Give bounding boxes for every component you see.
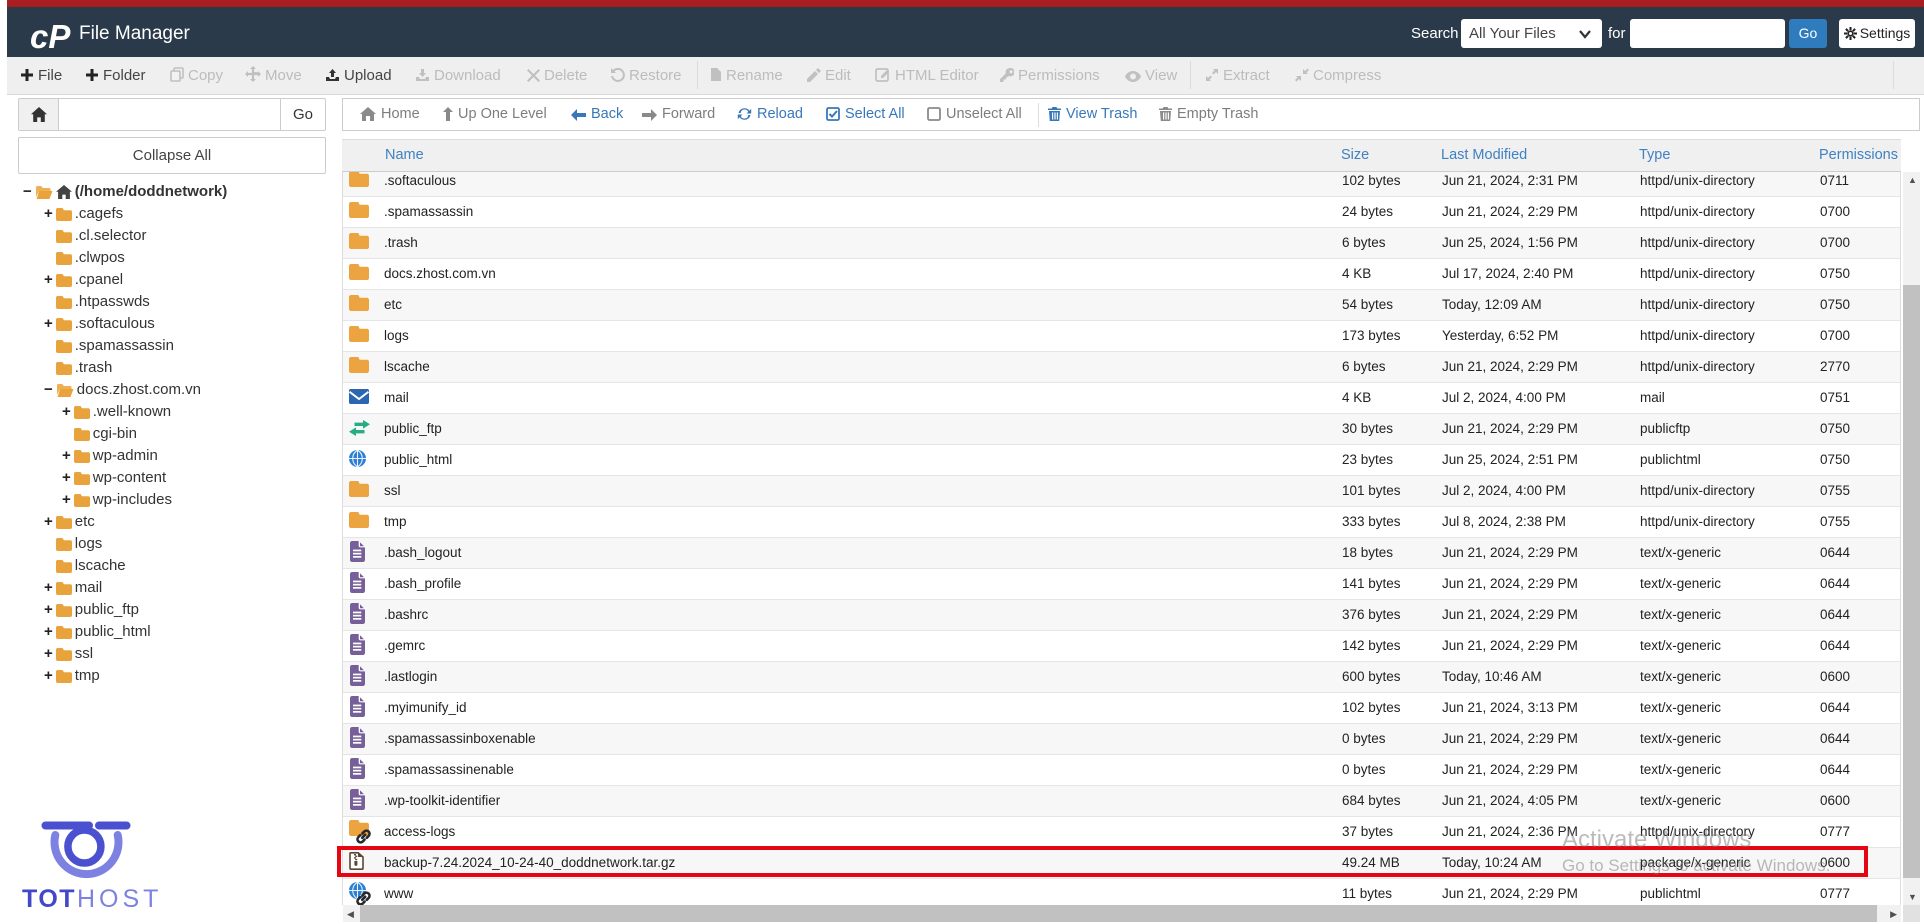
svg-text:cP: cP bbox=[30, 18, 71, 55]
svg-text:TOT: TOT bbox=[22, 885, 76, 913]
svg-text:HOST: HOST bbox=[77, 885, 162, 913]
